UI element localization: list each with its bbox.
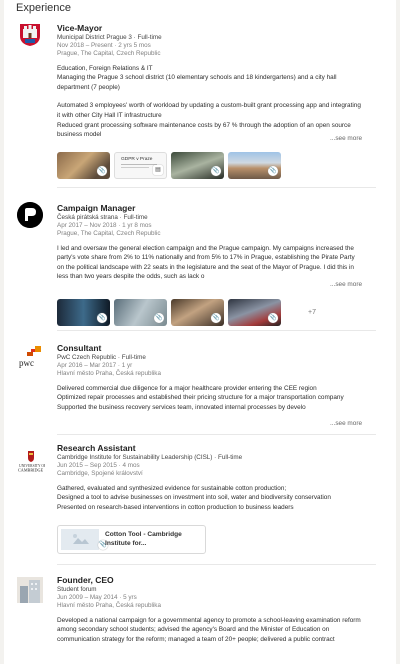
divider [57,187,376,188]
description-line: Delivered commercial due diligence for a… [57,384,317,392]
job-description: Developed a national campaign for a gove… [57,616,362,645]
experience-content: Campaign Manager Česká pirátská strana ·… [57,203,362,326]
date-range: Nov 2018 – Present · 2 yrs 5 mos [57,42,151,50]
paperclip-icon: 📎 [211,313,221,323]
paperclip-icon: 📎 [97,313,107,323]
svg-text:pwc: pwc [19,358,34,368]
company-name: Student forum [57,586,97,593]
company-name: Municipal District Prague 3 · Full-time [57,34,162,41]
experience-content: Founder, CEO Student forum Jun 2009 – Ma… [57,575,362,644]
description-line: Developed a national campaign for a gove… [57,616,361,643]
media-document-gdpr[interactable]: GDPR v Praze ▤ [114,152,167,179]
description-line: Supported the business recovery services… [57,403,306,411]
job-title[interactable]: Consultant [57,343,362,354]
media-strip: 📎 📎 📎 📎 +7 [57,299,362,326]
paperclip-icon: 📎 [97,166,107,176]
job-description: I led and oversaw the general election c… [57,244,362,283]
job-description: Education, Foreign Relations & IT Managi… [57,64,362,140]
description-line: Education, Foreign Relations & IT [57,64,153,72]
experience-content: Consultant PwC Czech Republic · Full-tim… [57,343,362,427]
experience-section: Experience Vice-Mayor Municipal District… [4,0,396,664]
media-photo-2[interactable]: 📎 [171,152,224,179]
description-line: Reduced grant processing software mainte… [57,121,351,139]
divider [57,564,376,565]
job-title[interactable]: Founder, CEO [57,575,362,586]
paperclip-icon: 📎 [154,313,164,323]
job-description: Gathered, evaluated and synthesized evid… [57,484,362,513]
job-title[interactable]: Research Assistant [57,443,362,454]
job-description: Delivered commercial due diligence for a… [57,384,362,413]
description-line: Managing the Prague 3 school district (1… [57,74,337,91]
paperclip-icon: 📎 [268,313,278,323]
document-icon: ▤ [153,165,163,175]
see-more-link[interactable]: ...see more [327,420,362,427]
see-more-link[interactable]: ...see more [327,281,362,288]
pwc-logo[interactable]: pwc [17,345,43,371]
media-photo-3[interactable]: 📎 [228,152,281,179]
description-line: I led and oversaw the general election c… [57,244,355,281]
media-photo-3[interactable]: 📎 [171,299,224,326]
pirate-party-logo[interactable] [17,202,43,228]
company-placeholder-logo[interactable] [17,577,43,603]
date-range: Apr 2017 – Nov 2018 · 1 yr 8 mos [57,222,152,230]
divider [57,434,376,435]
section-title: Experience [16,2,72,14]
paperclip-icon: 📎 [268,166,278,176]
description-line: Designed a tool to advise businesses on … [57,494,331,502]
document-title: GDPR v Praze [121,157,153,162]
divider [57,330,376,331]
media-strip: 📎 GDPR v Praze ▤ 📎 📎 [57,152,362,179]
date-range: Jun 2015 – Sep 2015 · 4 mos [57,462,140,470]
description-line: Gathered, evaluated and synthesized evid… [57,484,287,492]
description-line: Optimized repair processes and establish… [57,394,344,402]
media-photo-1[interactable]: 📎 [57,299,110,326]
experience-content: Research Assistant Cambridge Institute f… [57,443,362,554]
media-photo-1[interactable]: 📎 [57,152,110,179]
paperclip-icon: 📎 [211,166,221,176]
description-line: Presented on research-based intervention… [57,503,294,511]
cambridge-logo[interactable]: UNIVERSITY OF CAMBRIDGE [17,449,45,475]
description-line: Automated 3 employees' worth of workload… [57,102,361,119]
see-more-link[interactable]: ...see more [327,135,362,142]
experience-content: Vice-Mayor Municipal District Prague 3 ·… [57,23,362,179]
media-thumbnail [61,529,99,550]
job-title[interactable]: Campaign Manager [57,203,362,214]
company-name: Cambridge Institute for Sustainability L… [57,454,243,461]
location: Prague, The Capital, Czech Republic [57,230,161,238]
prague3-logo[interactable] [17,21,43,47]
company-name: PwC Czech Republic · Full-time [57,354,146,361]
job-title[interactable]: Vice-Mayor [57,23,362,34]
location: Hlavní město Praha, Česká republika [57,370,161,378]
media-card-title: Cotton Tool - Cambridge Institute for... [105,531,182,547]
more-media-count[interactable]: +7 [308,309,316,316]
media-link-card[interactable]: 📎 Cotton Tool - Cambridge Institute for.… [57,525,206,554]
location: Prague, The Capital, Czech Republic [57,50,161,58]
location: Hlavní město Praha, Česká republika [57,602,161,610]
svg-text:CAMBRIDGE: CAMBRIDGE [18,468,44,473]
media-photo-4[interactable]: 📎 [228,299,281,326]
media-photo-2[interactable]: 📎 [114,299,167,326]
company-name: Česká pirátská strana · Full-time [57,214,148,221]
location: Cambridge, Spojené království [57,470,143,478]
